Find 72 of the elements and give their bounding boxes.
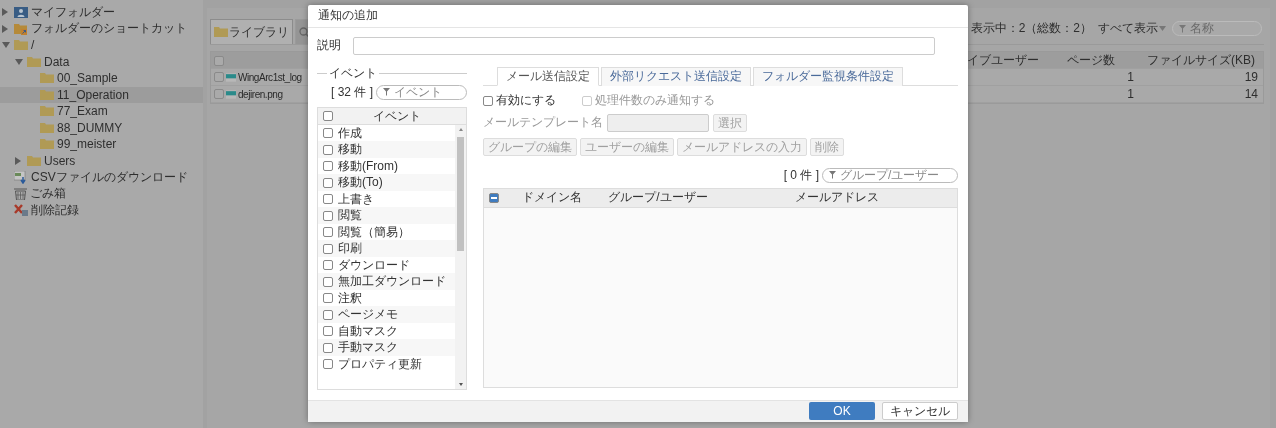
column-header: イベント <box>371 107 422 125</box>
tree-label: 88_DUMMY <box>57 120 123 135</box>
template-label: メールテンプレート名 <box>483 114 603 132</box>
tree-label: 11_Operation <box>57 87 129 102</box>
tree-item[interactable]: 11_Operation <box>0 86 203 103</box>
event-name: 手動マスク <box>338 339 399 357</box>
option-label: 有効にする <box>496 92 556 110</box>
column-header: ファイルサイズ(KB) <box>1146 52 1256 69</box>
tree-label: Data <box>44 54 70 69</box>
event-name: 作成 <box>338 124 363 142</box>
library-tab[interactable]: ライブラリ <box>210 19 293 44</box>
event-name: 注釈 <box>338 289 363 307</box>
tree-item[interactable]: Data <box>0 53 203 70</box>
table-cell-text: 1 <box>1126 70 1135 84</box>
ok-button[interactable]: OK <box>809 402 875 421</box>
event-name: 移動 <box>338 141 363 159</box>
event-name: 印刷 <box>338 240 363 258</box>
tree-label: マイフォルダー <box>31 3 115 21</box>
tree-item[interactable]: ごみ箱 <box>0 185 203 202</box>
event-filter-field[interactable]: イベント <box>376 84 467 100</box>
event-name: プロパティ更新 <box>338 355 423 373</box>
event-name: ダウンロード <box>338 256 411 274</box>
tree-item[interactable]: CSVファイルのダウンロード <box>0 169 203 186</box>
settings-tab[interactable]: メール送信設定 <box>497 66 599 86</box>
column-header: ページ数 <box>1065 52 1116 69</box>
legend: イベント <box>329 64 377 82</box>
event-name: 閲覧 <box>338 207 363 225</box>
event-name: ページメモ <box>338 306 399 324</box>
tree-item[interactable]: 削除記録 <box>0 202 203 219</box>
tree-label: CSVファイルのダウンロード <box>31 168 188 186</box>
file-name: WingArc1st_log <box>238 71 302 83</box>
recipient-filter-field[interactable]: グループ/ユーザー <box>822 167 958 183</box>
tree-item[interactable]: Users <box>0 152 203 169</box>
table-cell-text: 14 <box>1243 87 1259 101</box>
option-label: 処理件数のみ通知する <box>595 92 715 110</box>
event-name: 無加工ダウンロード <box>338 273 447 291</box>
tree-label: 99_meister <box>57 137 117 152</box>
tree-item[interactable]: / <box>0 37 203 54</box>
event-name: 上書き <box>338 190 375 208</box>
tree-label: フォルダーのショートカット <box>31 20 187 38</box>
table-cell-text: 1 <box>1126 87 1135 101</box>
table-cell-text: 19 <box>1243 70 1259 84</box>
tree-label: 削除記録 <box>31 201 79 219</box>
tree-label: 00_Sample <box>57 71 118 86</box>
column-header: グループ/ユーザー <box>607 189 709 207</box>
tree-label: / <box>31 38 35 53</box>
column-header: イブユーザー <box>966 52 1040 69</box>
event-name: 自動マスク <box>338 322 399 340</box>
tree-item[interactable]: 00_Sample <box>0 70 203 87</box>
event-count: [ 32 件 ] <box>331 83 374 101</box>
settings-tab[interactable]: 外部リクエスト送信設定 <box>601 66 751 86</box>
tree-label: 77_Exam <box>57 104 108 119</box>
tree-item[interactable]: 88_DUMMY <box>0 119 203 136</box>
tree-item[interactable]: 77_Exam <box>0 103 203 120</box>
view-select[interactable]: すべて表示 <box>1096 20 1168 37</box>
recipient-count: [ 0 件 ] <box>783 166 819 184</box>
item-count: 表示中：2（総数：2） <box>970 20 1092 37</box>
dialog-title: 通知の追加 <box>318 7 378 25</box>
tree-item[interactable]: フォルダーのショートカット <box>0 20 203 37</box>
tree-label: Users <box>44 153 76 168</box>
event-name: 移動(To) <box>338 174 384 192</box>
cancel-button[interactable]: キャンセル <box>882 402 958 421</box>
file-name: dejiren.png <box>238 88 283 100</box>
event-name: 移動(From) <box>338 157 399 175</box>
column-header: ドメイン名 <box>520 189 583 207</box>
tree-label: ごみ箱 <box>30 185 66 203</box>
tree-item[interactable]: マイフォルダー <box>0 4 203 21</box>
description-label: 説明 <box>317 37 341 55</box>
tree-item[interactable]: 99_meister <box>0 136 203 153</box>
column-header: メールアドレス <box>794 189 880 207</box>
event-name: 閲覧（簡易） <box>338 223 411 241</box>
settings-tab[interactable]: フォルダー監視条件設定 <box>753 66 903 86</box>
